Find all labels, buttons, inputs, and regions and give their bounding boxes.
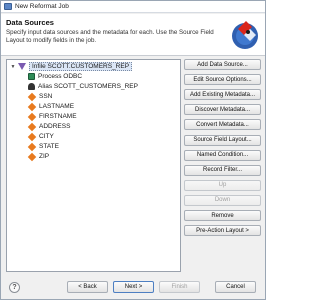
field-icon — [27, 92, 37, 101]
tree-item-label: Process ODBC — [38, 73, 83, 80]
field-icon — [27, 122, 37, 131]
process-icon — [28, 73, 35, 80]
convert-metadata-button[interactable]: Convert Metadata... — [184, 119, 261, 131]
page-title: Data Sources — [6, 18, 54, 27]
tree-item[interactable]: CITY — [27, 132, 54, 141]
tree-item-label: ZIP — [39, 153, 50, 160]
tree-item-label: Alias SCOTT_CUSTOMERS_REP — [38, 83, 138, 90]
tree-item[interactable]: ZIP — [27, 152, 50, 161]
wizard-window: New Reformat Job Data Sources Specify in… — [0, 0, 266, 300]
wizard-header: Data Sources Specify input data sources … — [1, 14, 265, 56]
field-icon — [27, 152, 37, 161]
window-title: New Reformat Job — [15, 3, 69, 10]
title-bar: New Reformat Job — [1, 1, 265, 13]
add-data-source-button[interactable]: Add Data Source... — [184, 59, 261, 70]
back-button[interactable]: < Back — [67, 281, 108, 293]
data-source-tree[interactable]: ▼ Infile SCOTT.CUSTOMERS_REP Process ODB… — [6, 59, 181, 272]
tree-item[interactable]: FIRSTNAME — [27, 112, 77, 121]
up-button[interactable]: Up — [184, 179, 261, 191]
field-icon — [27, 112, 37, 121]
wizard-logo-icon — [232, 21, 258, 49]
tree-item[interactable]: Process ODBC — [28, 72, 82, 81]
pre-action-layout-button[interactable]: Pre-Action Layout > — [184, 225, 261, 237]
next-button[interactable]: Next > — [113, 281, 154, 293]
tree-item[interactable]: SSN — [27, 92, 53, 101]
tree-item-label: SSN — [39, 93, 53, 100]
tree-item[interactable]: ADDRESS — [27, 122, 71, 131]
infile-icon — [18, 63, 26, 70]
add-existing-metadata-button[interactable]: Add Existing Metadata... — [184, 89, 261, 101]
cancel-button[interactable]: Cancel — [215, 281, 256, 293]
named-condition-button[interactable]: Named Condition... — [184, 149, 261, 161]
tree-item-label: STATE — [39, 143, 59, 150]
record-filter-button[interactable]: Record Filter... — [184, 164, 261, 176]
help-icon[interactable]: ? — [9, 282, 20, 293]
tree-item-label: FIRSTNAME — [39, 113, 77, 120]
down-button[interactable]: Down — [184, 194, 261, 206]
tree-item-label: CITY — [39, 133, 54, 140]
tree-item[interactable]: LASTNAME — [27, 102, 75, 111]
field-icon — [27, 142, 37, 151]
tree-item-label: LASTNAME — [39, 103, 75, 110]
tree-item[interactable]: Alias SCOTT_CUSTOMERS_REP — [28, 82, 138, 91]
alias-icon — [28, 83, 35, 90]
edit-source-options-button[interactable]: Edit Source Options... — [184, 74, 261, 86]
finish-button[interactable]: Finish — [159, 281, 200, 293]
remove-button[interactable]: Remove — [184, 210, 261, 221]
tree-root-item[interactable]: ▼ Infile SCOTT.CUSTOMERS_REP — [10, 62, 133, 71]
source-field-layout-button[interactable]: Source Field Layout... — [184, 134, 261, 146]
app-icon — [4, 3, 12, 10]
tree-root-label: Infile SCOTT.CUSTOMERS_REP — [29, 62, 133, 71]
tree-item[interactable]: STATE — [27, 142, 59, 151]
tree-item-label: ADDRESS — [39, 123, 71, 130]
discover-metadata-button[interactable]: Discover Metadata... — [184, 104, 261, 116]
wizard-footer: ? < Back Next > Finish Cancel — [1, 277, 265, 299]
field-icon — [27, 102, 37, 111]
page-description: Specify input data sources and the metad… — [6, 29, 214, 44]
field-icon — [27, 132, 37, 141]
collapse-icon[interactable]: ▼ — [10, 64, 16, 70]
